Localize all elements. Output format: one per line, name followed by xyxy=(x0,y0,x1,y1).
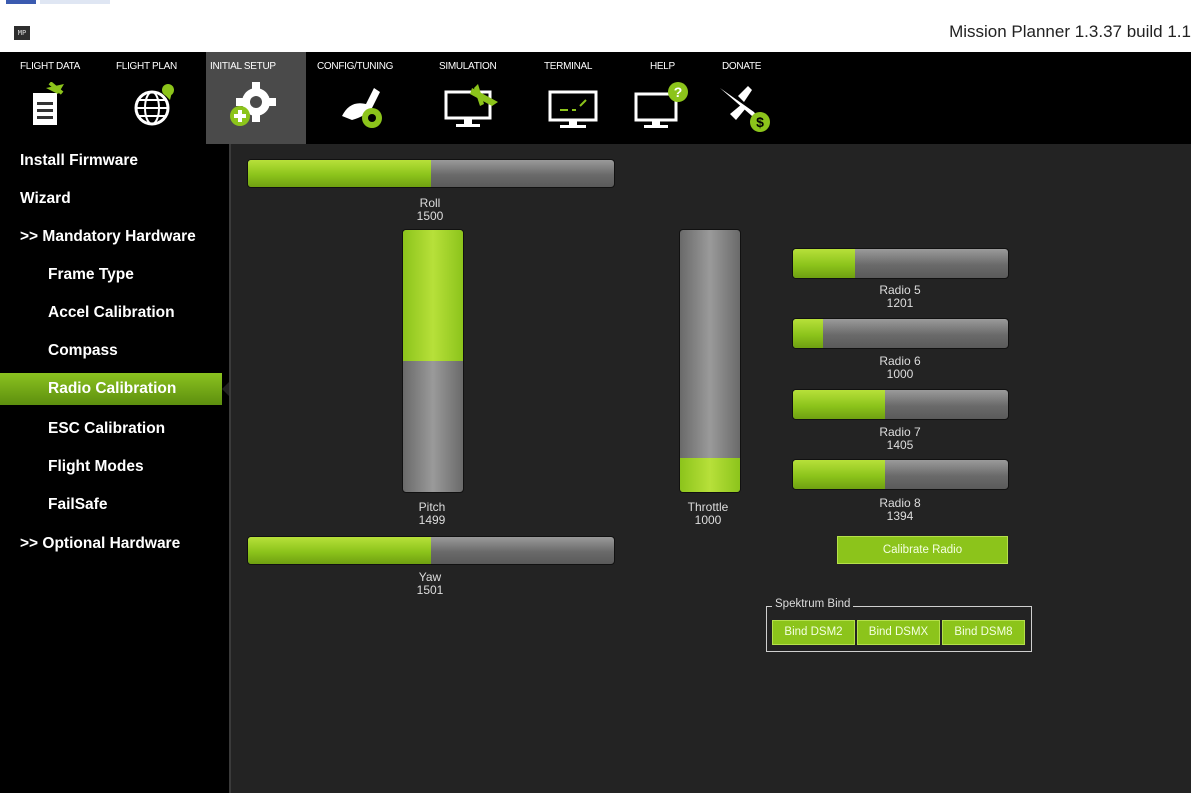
pitch-bar xyxy=(402,229,464,493)
sidebar-item-optional-hardware[interactable]: >> Optional Hardware xyxy=(0,528,230,560)
svg-text:$: $ xyxy=(756,114,764,130)
roll-bar-fill xyxy=(248,160,431,187)
sidebar-item-esc-calibration[interactable]: ESC Calibration xyxy=(0,413,230,445)
sidebar-item-mandatory-hardware[interactable]: >> Mandatory Hardware xyxy=(0,221,230,253)
yaw-label: Yaw xyxy=(418,570,442,584)
radio5-bar-fill xyxy=(793,249,856,278)
tab-donate-label: DONATE xyxy=(722,61,762,72)
tab-flight-plan[interactable]: FLIGHT PLAN xyxy=(108,52,204,144)
tab-initial-setup-label: INITIAL SETUP xyxy=(210,61,276,72)
radio6-value: 1000 xyxy=(886,367,914,381)
radio7-bar xyxy=(792,389,1009,420)
tab-initial-setup[interactable]: INITIAL SETUP xyxy=(206,52,306,144)
tab-help[interactable]: HELP ? xyxy=(628,52,700,144)
tab-simulation[interactable]: SIMULATION xyxy=(432,52,532,144)
app-icon: MP xyxy=(14,26,30,40)
initial-setup-icon xyxy=(230,82,276,126)
sidebar: Install Firmware Wizard >> Mandatory Har… xyxy=(0,144,230,793)
sidebar-item-failsafe[interactable]: FailSafe xyxy=(0,489,230,521)
sidebar-item-radio-calibration[interactable]: Radio Calibration xyxy=(0,373,230,405)
main-toolbar: FLIGHT DATA FLIGHT PLAN INITIAL SETUP CO… xyxy=(0,52,1191,144)
tab-flight-data-label: FLIGHT DATA xyxy=(20,61,81,72)
config-tuning-icon xyxy=(342,88,382,128)
radio5-label: Radio 5 xyxy=(879,283,921,297)
yaw-bar xyxy=(247,536,615,565)
pitch-bar-fill xyxy=(403,230,463,361)
tab-terminal[interactable]: TERMINAL xyxy=(538,52,622,144)
radio5-value: 1201 xyxy=(886,296,914,310)
sidebar-item-flight-modes[interactable]: Flight Modes xyxy=(0,451,230,483)
taskbar-accent xyxy=(6,0,36,4)
terminal-icon xyxy=(548,90,598,128)
yaw-bar-fill xyxy=(248,537,431,564)
throttle-bar xyxy=(679,229,741,493)
sidebar-item-frame-type[interactable]: Frame Type xyxy=(0,259,230,291)
roll-bar xyxy=(247,159,615,188)
flight-data-icon xyxy=(31,82,64,127)
tab-config-tuning[interactable]: CONFIG/TUNING xyxy=(312,52,418,144)
roll-label: Roll xyxy=(419,196,441,210)
radio8-label: Radio 8 xyxy=(879,496,921,510)
radio5-bar xyxy=(792,248,1009,279)
radio7-value: 1405 xyxy=(886,438,914,452)
radio6-label: Radio 6 xyxy=(879,354,921,368)
tab-flight-data[interactable]: FLIGHT DATA xyxy=(14,52,106,144)
tab-flight-plan-label: FLIGHT PLAN xyxy=(116,61,177,72)
throttle-bar-fill xyxy=(680,457,740,492)
spektrum-bind-title: Spektrum Bind xyxy=(772,598,854,610)
bind-dsm2-button[interactable]: Bind DSM2 xyxy=(772,620,855,645)
pitch-value: 1499 xyxy=(418,513,446,527)
bind-dsmx-button[interactable]: Bind DSMX xyxy=(857,620,940,645)
sidebar-item-wizard[interactable]: Wizard xyxy=(0,183,230,215)
radio8-bar-fill xyxy=(793,460,886,489)
yaw-value: 1501 xyxy=(416,583,444,597)
radio7-bar-fill xyxy=(793,390,886,419)
radio8-bar xyxy=(792,459,1009,490)
donate-icon: $ xyxy=(720,86,770,132)
radio8-value: 1394 xyxy=(886,509,914,523)
tab-terminal-label: TERMINAL xyxy=(544,61,593,72)
help-icon: ? xyxy=(634,82,688,128)
flight-plan-icon xyxy=(134,84,174,126)
radio6-bar-fill xyxy=(793,319,824,348)
throttle-value: 1000 xyxy=(694,513,722,527)
tab-simulation-label: SIMULATION xyxy=(439,61,497,72)
radio-calibration-panel: Roll 1500 Pitch 1499 Yaw 1501 Throttle 1… xyxy=(231,144,1191,793)
sidebar-item-compass[interactable]: Compass xyxy=(0,335,230,367)
sidebar-item-install-firmware[interactable]: Install Firmware xyxy=(0,145,230,177)
pitch-label: Pitch xyxy=(418,500,446,514)
simulation-icon xyxy=(444,84,498,127)
calibrate-radio-button[interactable]: Calibrate Radio xyxy=(837,536,1008,564)
sidebar-divider xyxy=(229,144,231,793)
roll-value: 1500 xyxy=(416,209,444,223)
svg-text:?: ? xyxy=(674,84,683,100)
radio6-bar xyxy=(792,318,1009,349)
radio7-label: Radio 7 xyxy=(879,425,921,439)
tab-config-tuning-label: CONFIG/TUNING xyxy=(317,61,394,72)
sidebar-item-accel-calibration[interactable]: Accel Calibration xyxy=(0,297,230,329)
bind-dsm8-button[interactable]: Bind DSM8 xyxy=(942,620,1025,645)
tab-help-label: HELP xyxy=(650,61,675,72)
throttle-label: Throttle xyxy=(687,500,729,514)
window-title: Mission Planner 1.3.37 build 1.1 xyxy=(949,22,1191,41)
tab-donate[interactable]: DONATE $ xyxy=(710,52,794,144)
taskbar-accent-light xyxy=(40,0,110,4)
